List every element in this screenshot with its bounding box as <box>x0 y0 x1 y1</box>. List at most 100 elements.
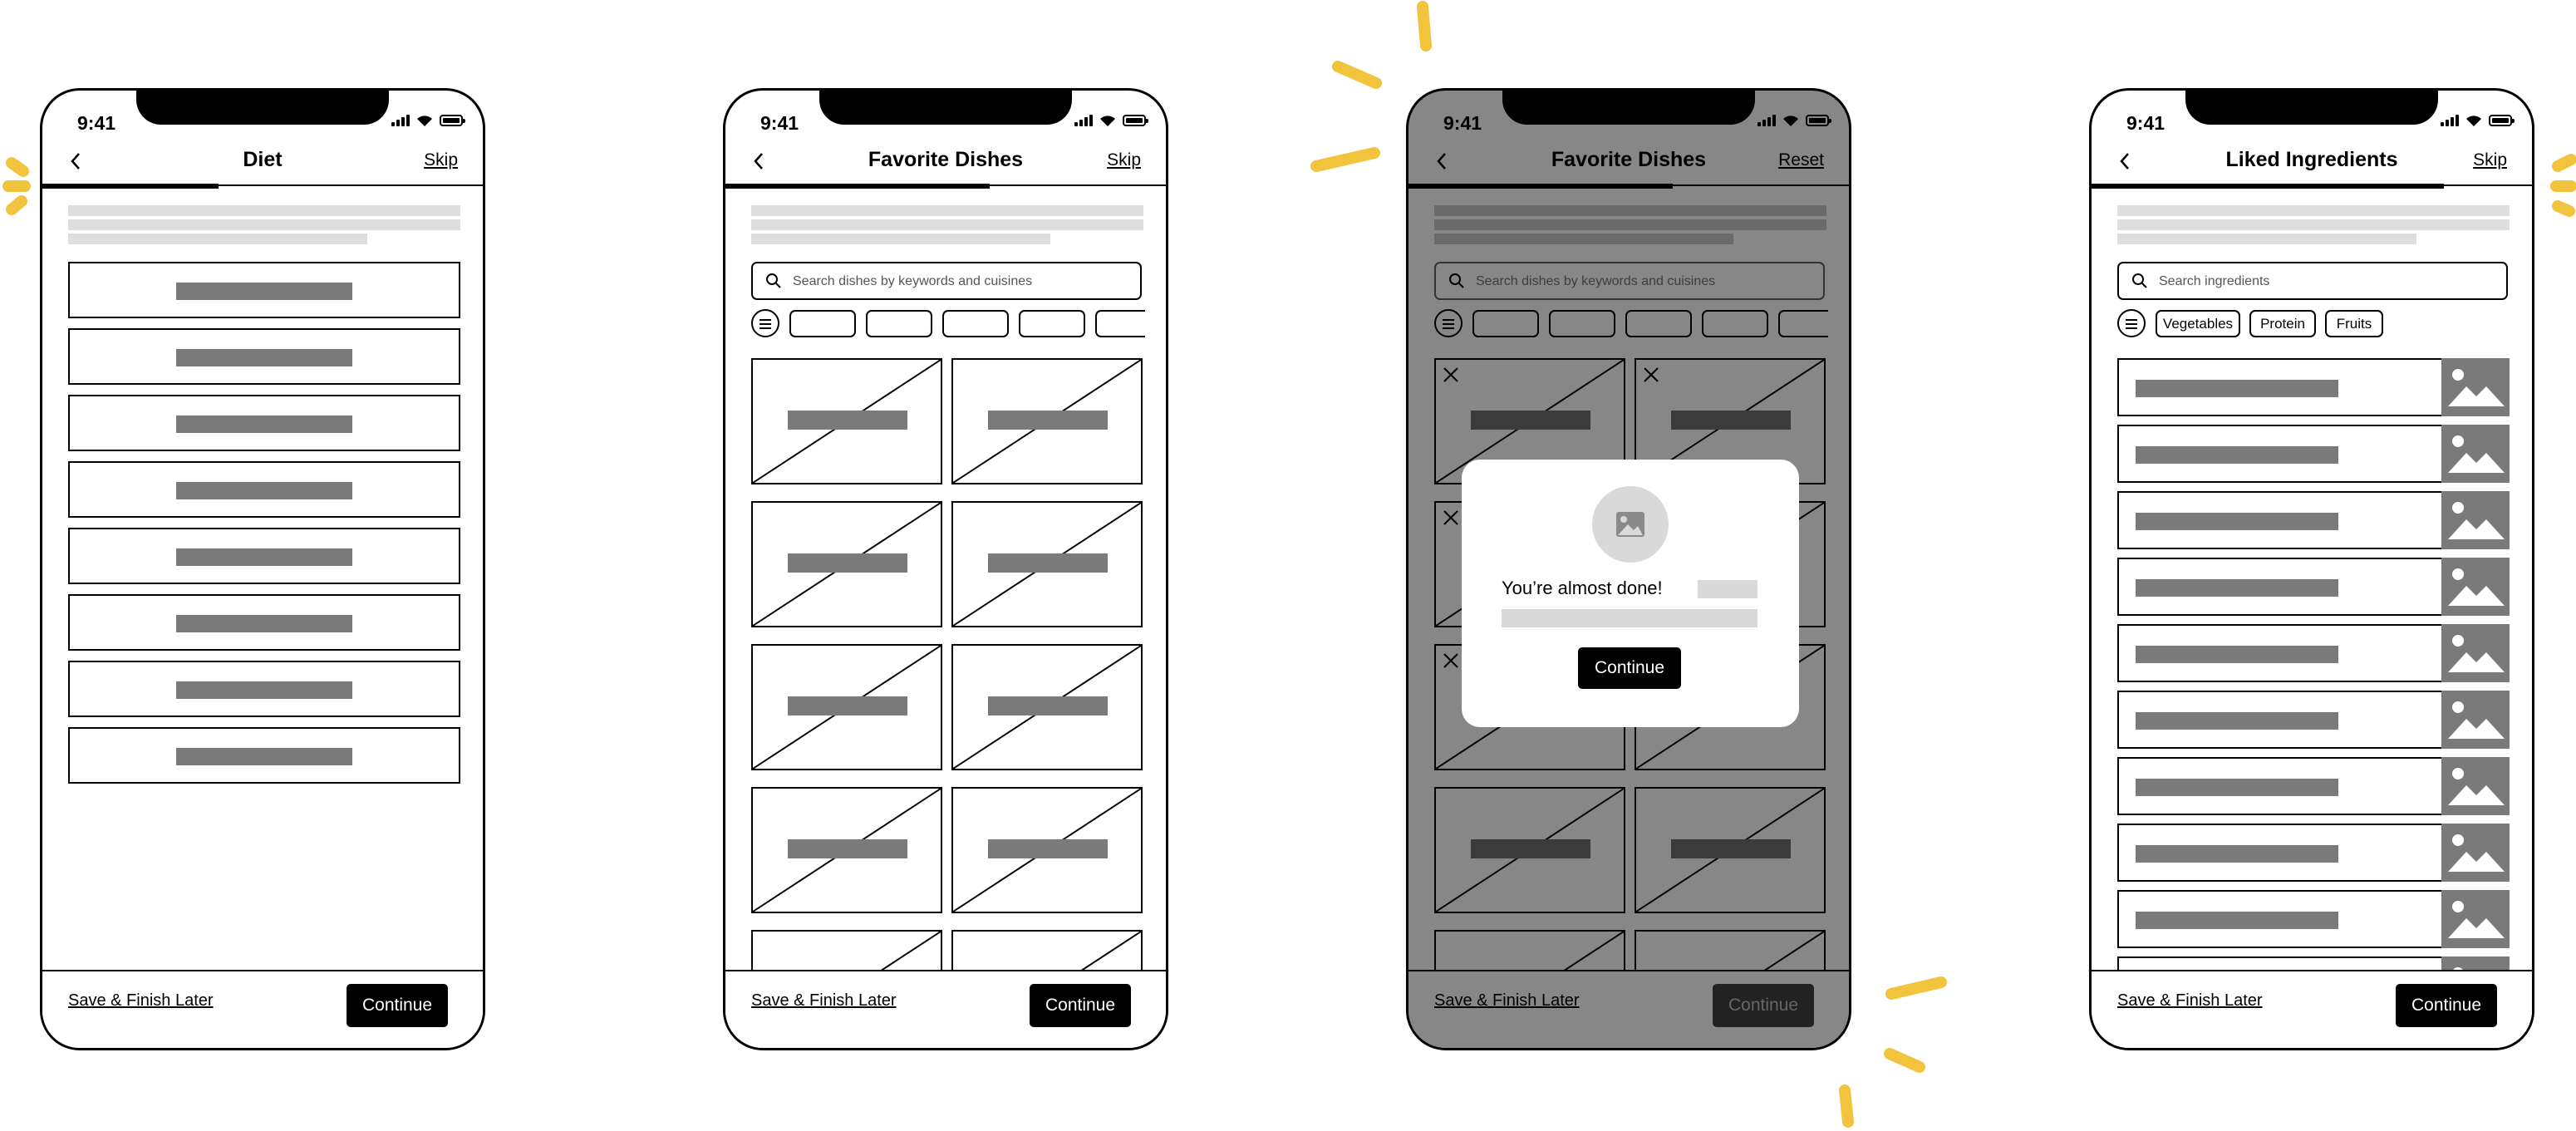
ingredient-label-placeholder <box>2136 845 2338 863</box>
diet-option[interactable] <box>68 461 460 518</box>
search-input[interactable]: Search ingredients <box>2117 262 2508 300</box>
modal-placeholder <box>1502 609 1757 627</box>
search-placeholder: Search ingredients <box>2159 274 2270 288</box>
remove-x-icon[interactable] <box>1442 509 1460 527</box>
dish-card[interactable] <box>1434 787 1625 913</box>
skip-link[interactable]: Skip <box>424 150 458 170</box>
option-label-placeholder <box>176 681 352 699</box>
filter-chip-fruits[interactable]: Fruits <box>2325 310 2383 337</box>
ingredient-row[interactable] <box>2117 757 2510 815</box>
continue-button[interactable]: Continue <box>347 984 448 1027</box>
image-icon <box>2441 558 2510 616</box>
dish-card[interactable] <box>951 644 1143 770</box>
continue-button[interactable]: Continue <box>1030 984 1131 1027</box>
placeholder-text-line <box>2117 234 2416 244</box>
dish-card[interactable] <box>951 501 1143 627</box>
search-placeholder: Search dishes by keywords and cuisines <box>793 274 1033 288</box>
diet-option[interactable] <box>68 395 460 451</box>
filter-chip[interactable] <box>866 310 932 337</box>
search-icon <box>766 273 781 288</box>
filter-chip[interactable] <box>1095 310 1145 337</box>
ingredient-row[interactable] <box>2117 358 2510 416</box>
filter-chip[interactable] <box>1472 310 1539 337</box>
save-finish-later-link[interactable]: Save & Finish Later <box>1434 991 1580 1011</box>
filter-chip[interactable] <box>1702 310 1768 337</box>
filter-chip[interactable] <box>789 310 856 337</box>
dish-label-placeholder <box>788 696 907 715</box>
ingredient-row[interactable] <box>2117 890 2510 948</box>
phone-notch <box>1502 91 1755 125</box>
remove-x-icon[interactable] <box>1442 652 1460 670</box>
diet-option[interactable] <box>68 262 460 318</box>
filter-icon[interactable] <box>1434 309 1463 337</box>
filter-icon[interactable] <box>2117 309 2146 337</box>
battery-icon <box>1806 115 1831 126</box>
search-input[interactable]: Search dishes by keywords and cuisines <box>1434 262 1825 300</box>
progress-bar <box>725 184 990 189</box>
dish-card[interactable] <box>751 501 942 627</box>
page-title: Diet <box>243 148 283 171</box>
ingredient-row[interactable] <box>2117 691 2510 749</box>
remove-x-icon[interactable] <box>1442 366 1460 384</box>
save-finish-later-link[interactable]: Save & Finish Later <box>2117 991 2263 1011</box>
diet-option[interactable] <box>68 328 460 385</box>
ingredient-row[interactable] <box>2117 624 2510 682</box>
progress-bar <box>2092 184 2444 189</box>
reset-link[interactable]: Reset <box>1778 150 1824 170</box>
wifi-icon <box>1100 116 1115 126</box>
filter-chip[interactable] <box>1549 310 1615 337</box>
ingredient-label-placeholder <box>2136 579 2338 597</box>
filter-chip[interactable] <box>1019 310 1085 337</box>
image-icon <box>2441 691 2510 749</box>
save-finish-later-link[interactable]: Save & Finish Later <box>68 991 214 1011</box>
ingredient-row[interactable] <box>2117 558 2510 616</box>
dish-card[interactable] <box>751 358 942 484</box>
ingredient-row[interactable] <box>2117 425 2510 483</box>
dish-label-placeholder <box>1471 411 1590 430</box>
search-input[interactable]: Search dishes by keywords and cuisines <box>751 262 1142 300</box>
signal-icon <box>391 115 410 126</box>
filter-icon[interactable] <box>751 309 779 337</box>
dish-card[interactable] <box>951 358 1143 484</box>
diet-option[interactable] <box>68 661 460 717</box>
dish-label-placeholder <box>1671 839 1791 858</box>
remove-x-icon[interactable] <box>1642 366 1660 384</box>
filter-chip[interactable] <box>1625 310 1692 337</box>
filter-chip-protein[interactable]: Protein <box>2249 310 2316 337</box>
diet-option[interactable] <box>68 594 460 651</box>
ingredient-row[interactable] <box>2117 824 2510 882</box>
dish-card[interactable] <box>751 787 942 913</box>
filter-chip[interactable] <box>1778 310 1828 337</box>
status-time: 9:41 <box>77 112 116 134</box>
wifi-icon <box>1783 116 1798 126</box>
dish-card[interactable] <box>1635 787 1826 913</box>
skip-link[interactable]: Skip <box>2473 150 2507 170</box>
battery-icon <box>2489 115 2515 126</box>
skip-link[interactable]: Skip <box>1107 150 1141 170</box>
dish-label-placeholder <box>1671 411 1791 430</box>
image-icon <box>2441 824 2510 882</box>
filter-chip-vegetables[interactable]: Vegetables <box>2156 310 2240 337</box>
continue-button[interactable]: Continue <box>1713 984 1814 1027</box>
bottom-bar: Save & Finish Later Continue <box>725 970 1166 1048</box>
ingredient-label-placeholder <box>2136 779 2338 796</box>
placeholder-text-line <box>751 205 1143 216</box>
dish-label-placeholder <box>988 696 1108 715</box>
wifi-icon <box>2466 116 2481 126</box>
diet-option[interactable] <box>68 528 460 584</box>
placeholder-text-line <box>2117 205 2510 216</box>
continue-button[interactable]: Continue <box>2396 984 2497 1027</box>
status-time: 9:41 <box>760 112 799 134</box>
ingredient-row[interactable] <box>2117 491 2510 549</box>
modal-continue-button[interactable]: Continue <box>1578 647 1681 689</box>
save-finish-later-link[interactable]: Save & Finish Later <box>751 991 897 1011</box>
diet-option[interactable] <box>68 727 460 784</box>
modal-placeholder <box>1698 580 1757 598</box>
dish-card[interactable] <box>951 787 1143 913</box>
status-icons <box>1074 114 1148 127</box>
filter-chip[interactable] <box>942 310 1009 337</box>
dish-card[interactable] <box>751 644 942 770</box>
ingredient-label-placeholder <box>2136 712 2338 730</box>
phone-screen-diet: 9:41 Diet Skip Save & Finish Later Conti… <box>40 88 485 1050</box>
status-time: 9:41 <box>2126 112 2166 134</box>
